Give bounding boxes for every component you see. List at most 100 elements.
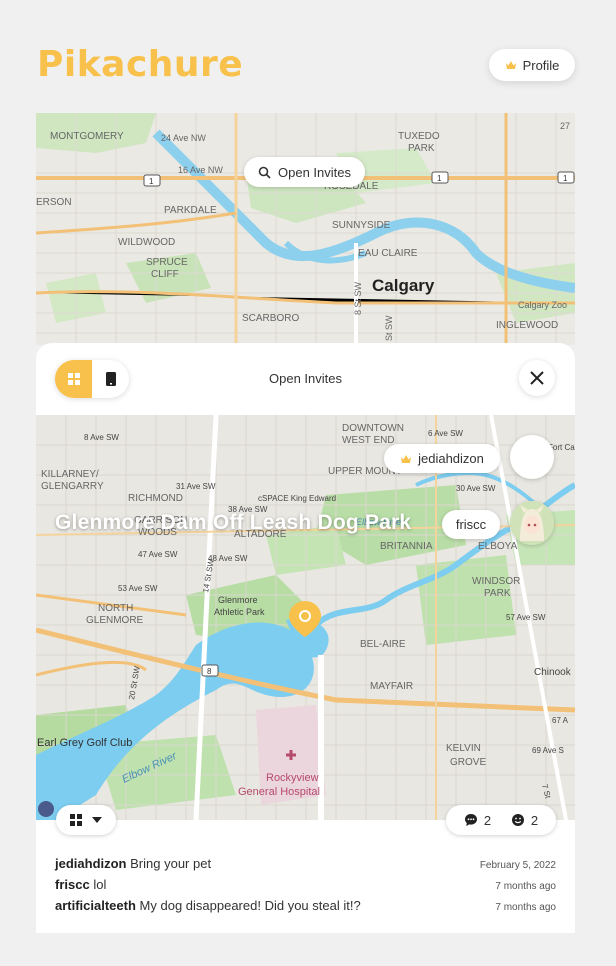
svg-text:GROVE: GROVE — [450, 757, 486, 768]
svg-text:1: 1 — [563, 174, 568, 183]
event-map[interactable]: KILLARNEY/ GLENGARRY RICHMOND GARRISON W… — [36, 415, 575, 820]
engagement-counts: 2 2 — [446, 805, 556, 835]
host-user-name: jediahdizon — [418, 451, 484, 466]
grid-icon — [70, 814, 82, 826]
svg-text:8: 8 — [207, 667, 212, 676]
svg-text:General Hospital: General Hospital — [238, 786, 320, 798]
svg-text:SCARBORO: SCARBORO — [242, 313, 299, 324]
comment-time: 7 months ago — [495, 881, 556, 892]
svg-text:1: 1 — [437, 174, 442, 183]
comment-author[interactable]: jediahdizon — [55, 856, 127, 871]
svg-text:MONTGOMERY: MONTGOMERY — [50, 131, 124, 142]
layer-dropdown[interactable] — [56, 805, 116, 835]
open-invites-search-label: Open Invites — [278, 164, 351, 180]
svg-text:Earl Grey Golf Club: Earl Grey Golf Club — [37, 737, 132, 749]
comment-text: Bring your pet — [130, 856, 212, 871]
mapbox-logo-icon — [38, 801, 54, 817]
svg-text:KELVIN: KELVIN — [446, 743, 481, 754]
svg-text:Chinook: Chinook — [534, 667, 572, 678]
comment-count: 2 — [483, 812, 492, 828]
svg-text:St SW: St SW — [384, 315, 394, 341]
avatar[interactable] — [510, 501, 554, 545]
svg-text:30 Ave SW: 30 Ave SW — [456, 484, 496, 493]
svg-text:WINDSOR: WINDSOR — [472, 576, 520, 587]
svg-text:PARK: PARK — [408, 143, 435, 154]
reaction-count: 2 — [530, 812, 539, 828]
app-title: Pikachure — [37, 44, 244, 85]
svg-text:ERSON: ERSON — [36, 197, 72, 208]
svg-text:27: 27 — [560, 121, 570, 131]
invite-panel: Open Invites KILLARNEY/ GLENGARRY RICHMO… — [36, 343, 575, 933]
comment-author[interactable]: friscc — [55, 877, 90, 892]
svg-text:EAU CLAIRE: EAU CLAIRE — [358, 248, 418, 259]
svg-text:24 Ave NW: 24 Ave NW — [161, 133, 206, 143]
comment-text: lol — [93, 877, 107, 892]
list-item: jediahdizon Bring your pet February 5, 2… — [55, 856, 556, 877]
comment-time: February 5, 2022 — [479, 860, 556, 871]
svg-text:KILLARNEY/: KILLARNEY/ — [41, 469, 99, 480]
svg-text:8 St SW: 8 St SW — [353, 281, 363, 315]
svg-text:47 Ave SW: 47 Ave SW — [138, 550, 178, 559]
comment-author[interactable]: artificialteeth — [55, 898, 136, 913]
svg-text:1: 1 — [149, 177, 154, 186]
open-invites-search-button[interactable]: Open Invites — [244, 157, 365, 187]
profile-label: Profile — [522, 57, 560, 73]
participant-user-chip[interactable]: friscc — [442, 510, 500, 539]
reaction-count-button[interactable]: 2 — [511, 813, 538, 828]
svg-text:Rockyview: Rockyview — [266, 772, 319, 784]
event-title: Glenmore Dam Off Leash Dog Park — [55, 511, 412, 534]
search-icon — [258, 166, 271, 179]
svg-text:Athletic Park: Athletic Park — [214, 607, 265, 617]
svg-text:INGLEWOOD: INGLEWOOD — [496, 320, 558, 331]
svg-text:ELBOYA: ELBOYA — [478, 541, 518, 552]
svg-text:Calgary: Calgary — [372, 276, 435, 295]
comment-list: jediahdizon Bring your pet February 5, 2… — [55, 856, 556, 919]
svg-text:BRITANNIA: BRITANNIA — [380, 541, 433, 552]
svg-text:TUXEDO: TUXEDO — [398, 131, 440, 142]
svg-text:SPRUCE: SPRUCE — [146, 257, 188, 268]
svg-text:57 Ave SW: 57 Ave SW — [506, 613, 546, 622]
svg-text:PARK: PARK — [484, 588, 511, 599]
svg-text:GLENMORE: GLENMORE — [86, 615, 144, 626]
svg-text:SUNNYSIDE: SUNNYSIDE — [332, 220, 391, 231]
svg-text:DOWNTOWN: DOWNTOWN — [342, 423, 404, 434]
svg-text:MAYFAIR: MAYFAIR — [370, 681, 413, 692]
svg-text:BEL-AIRE: BEL-AIRE — [360, 639, 406, 650]
profile-button[interactable]: Profile — [489, 49, 575, 81]
svg-text:6 Ave SW: 6 Ave SW — [428, 429, 463, 438]
smiley-icon — [511, 814, 524, 826]
list-item: friscc lol 7 months ago — [55, 877, 556, 898]
svg-text:WILDWOOD: WILDWOOD — [118, 237, 175, 248]
close-icon — [530, 371, 544, 385]
svg-text:8 Ave SW: 8 Ave SW — [84, 433, 119, 442]
avatar[interactable] — [510, 435, 554, 479]
svg-text:GLENGARRY: GLENGARRY — [41, 481, 104, 492]
svg-text:PARKDALE: PARKDALE — [164, 205, 217, 216]
list-item: artificialteeth My dog disappeared! Did … — [55, 898, 556, 919]
crown-icon — [505, 61, 516, 69]
comment-bubble-icon — [464, 814, 477, 826]
svg-text:31 Ave SW: 31 Ave SW — [176, 482, 216, 491]
comment-count-button[interactable]: 2 — [464, 813, 491, 828]
svg-text:CLIFF: CLIFF — [151, 269, 179, 280]
svg-text:NORTH: NORTH — [98, 603, 133, 614]
svg-text:69 Ave S: 69 Ave S — [532, 746, 564, 755]
anime-avatar-icon — [510, 501, 554, 545]
participant-user-name: friscc — [455, 517, 487, 532]
host-user-chip[interactable]: jediahdizon — [384, 444, 500, 473]
overview-map[interactable]: MONTGOMERY 24 Ave NW 16 Ave NW TUXEDO PA… — [36, 113, 575, 345]
svg-text:Glenmore: Glenmore — [218, 595, 258, 605]
close-button[interactable] — [519, 360, 555, 396]
svg-text:67 A: 67 A — [552, 716, 569, 725]
svg-text:cSPACE King Edward: cSPACE King Edward — [258, 494, 336, 503]
svg-text:RICHMOND: RICHMOND — [128, 493, 183, 504]
svg-text:16 Ave NW: 16 Ave NW — [178, 165, 223, 175]
comment-text: My dog disappeared! Did you steal it!? — [139, 898, 361, 913]
svg-text:WEST END: WEST END — [342, 435, 395, 446]
panel-title: Open Invites — [269, 371, 342, 386]
panel-header: Open Invites — [36, 343, 575, 415]
comment-time: 7 months ago — [495, 902, 556, 913]
crown-icon — [401, 454, 412, 463]
svg-text:Calgary Zoo: Calgary Zoo — [518, 300, 567, 310]
svg-text:53 Ave SW: 53 Ave SW — [118, 584, 158, 593]
